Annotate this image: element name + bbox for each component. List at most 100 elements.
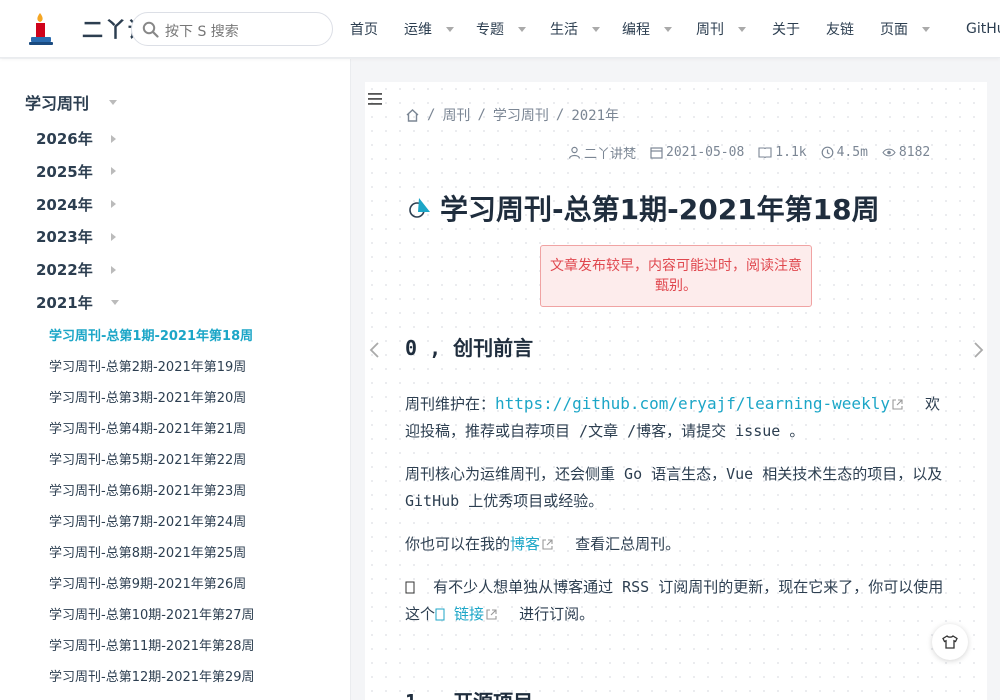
chevron-down-icon: [109, 99, 118, 105]
sidebar-heading[interactable]: 学习周刊: [25, 90, 118, 114]
rss-icon: [435, 608, 445, 621]
eye-icon: [882, 148, 896, 157]
chevron-down-icon: [664, 26, 672, 32]
paragraph-rss: 有不少人想单独从博客通过 RSS 订阅周刊的更新，现在它来了，你可以使用这个 链…: [405, 574, 950, 628]
nav-item-label: 生活: [550, 22, 578, 38]
blog-link[interactable]: 博客: [510, 535, 540, 553]
nav-item-1[interactable]: 运维: [404, 19, 454, 39]
sidebar-issue-item[interactable]: 学习周刊-总第1期-2021年第18周: [49, 325, 253, 344]
search-placeholder: 按下 S 搜索: [165, 24, 239, 40]
top-navbar: 二丫讲梵 按下 S 搜索 首页 运维 专题 生活 编程 周刊 关于 友链 页面 GitHub: [0, 0, 1000, 58]
breadcrumb: / 周刊 / 学习周刊 / 2021年: [405, 105, 619, 125]
sidebar-year-label: 2023年: [36, 228, 93, 247]
nav-item-label: GitHub: [966, 21, 1000, 37]
sidebar-issue-item[interactable]: 学习周刊-总第9期-2021年第26周: [49, 573, 246, 592]
nav-item-label: 首页: [350, 22, 378, 38]
breadcrumb-item-year[interactable]: 2021年: [571, 105, 619, 125]
nav-item-8[interactable]: 页面: [880, 19, 930, 39]
search-input[interactable]: 按下 S 搜索: [131, 12, 333, 46]
chevron-right-icon: [110, 232, 116, 241]
sidebar-issue-item[interactable]: 学习周刊-总第3期-2021年第20周: [49, 387, 246, 406]
nav-item-4[interactable]: 编程: [622, 19, 672, 39]
outdated-warning: 文章发布较早，内容可能过时，阅读注意甄别。: [540, 245, 812, 307]
sidebar-issue-item[interactable]: 学习周刊-总第10期-2021年第27周: [49, 604, 255, 623]
section-heading-projects: 1 , 开源项目: [405, 686, 533, 700]
nav-item-label: 关于: [772, 22, 800, 38]
sidebar-year-label: 2026年: [36, 130, 93, 148]
breadcrumb-item-weekly[interactable]: 周刊: [442, 105, 470, 125]
paragraph-text: 周刊维护在：: [405, 395, 496, 413]
sidebar-issue-item[interactable]: 学习周刊-总第12期-2021年第29周: [49, 666, 255, 685]
paragraph-text: 你也可以在我的: [405, 535, 511, 553]
nav-item-3[interactable]: 生活: [550, 19, 600, 39]
sidebar-year-label: 2024年: [36, 195, 93, 214]
paragraph-text: 查看汇总周刊。: [575, 535, 681, 553]
external-link-icon: [892, 399, 903, 410]
nav-item-0[interactable]: 首页: [350, 19, 378, 39]
chevron-down-icon: [738, 26, 746, 32]
nav-item-2[interactable]: 专题: [476, 19, 526, 39]
menu-icon[interactable]: [368, 92, 382, 106]
repo-link[interactable]: https://github.com/eryajf/learning-weekl…: [495, 394, 890, 413]
sidebar-issue-item[interactable]: 学习周刊-总第8期-2021年第25周: [49, 542, 246, 561]
nav-item-5[interactable]: 周刊: [696, 19, 746, 39]
search-icon: [142, 21, 159, 38]
previous-page-icon[interactable]: [368, 341, 380, 359]
chevron-right-icon: [110, 200, 116, 209]
nav-item-label: 编程: [622, 22, 650, 38]
sidebar-issue-item[interactable]: 学习周刊-总第6期-2021年第23周: [49, 480, 246, 499]
theme-toggle-button[interactable]: [932, 624, 968, 660]
site-name[interactable]: 二丫讲梵: [82, 14, 138, 44]
sidebar-year-3[interactable]: 2023年: [36, 226, 116, 247]
word-count: 1.1k: [775, 145, 807, 160]
chevron-down-icon: [518, 26, 526, 32]
sidebar-year-label: 2021年: [36, 294, 93, 312]
sidebar-year-2[interactable]: 2024年: [36, 194, 116, 215]
calendar-icon: [650, 147, 663, 159]
nav-item-label: 专题: [476, 22, 504, 38]
nav-item-9[interactable]: GitHub: [966, 19, 1000, 39]
nav-item-label: 友链: [826, 22, 854, 38]
chevron-down-icon: [592, 26, 600, 32]
sidebar-year-0[interactable]: 2026年: [36, 128, 116, 149]
sidebar-issue-item[interactable]: 学习周刊-总第7期-2021年第24周: [49, 511, 246, 530]
shirt-icon: [942, 635, 958, 649]
paragraph-text: 进行订阅。: [519, 605, 595, 623]
chevron-right-icon: [110, 265, 116, 274]
sidebar-issue-item[interactable]: 学习周刊-总第4期-2021年第21周: [49, 418, 246, 437]
nav-item-label: 周刊: [696, 22, 724, 38]
article-meta: 二丫讲梵 2021-05-08 1.1k 4.5m 8182: [568, 143, 944, 162]
chevron-down-icon: [110, 300, 119, 305]
page-title-text: 学习周刊-总第1期-2021年第18周: [440, 193, 880, 226]
sidebar-issue-item[interactable]: 学习周刊-总第2期-2021年第19周: [49, 356, 246, 375]
clock-icon: [821, 146, 834, 159]
nav-item-label: 页面: [880, 22, 908, 38]
author[interactable]: 二丫讲梵: [584, 143, 636, 162]
sidebar-issue-item[interactable]: 学习周刊-总第5期-2021年第22周: [49, 449, 246, 468]
candle-logo-icon[interactable]: [27, 11, 55, 47]
next-page-icon[interactable]: [973, 341, 985, 359]
bell-icon: [409, 198, 430, 218]
chevron-right-icon: [110, 134, 116, 143]
rss-link[interactable]: 链接: [454, 605, 484, 623]
home-icon[interactable]: [405, 108, 420, 123]
user-icon: [568, 146, 581, 159]
paragraph-blog: 你也可以在我的博客 查看汇总周刊。: [405, 531, 950, 558]
sidebar-year-4[interactable]: 2022年: [36, 259, 116, 280]
chevron-right-icon: [110, 167, 116, 176]
publish-date: 2021-05-08: [666, 145, 745, 160]
sidebar-issue-item[interactable]: 学习周刊-总第11期-2021年第28周: [49, 635, 255, 654]
chevron-down-icon: [922, 26, 930, 32]
sidebar-heading-label: 学习周刊: [25, 94, 90, 113]
view-count: 8182: [898, 145, 931, 160]
sidebar-year-1[interactable]: 2025年: [36, 161, 116, 182]
external-link-icon: [542, 539, 553, 550]
nav-item-7[interactable]: 友链: [826, 19, 854, 39]
sidebar-year-5[interactable]: 2021年: [36, 292, 119, 313]
book-icon: [758, 147, 772, 159]
sidebar-year-label: 2022年: [36, 261, 93, 280]
breadcrumb-item-learning-weekly[interactable]: 学习周刊: [493, 105, 549, 125]
page-title: 学习周刊-总第1期-2021年第18周: [406, 188, 880, 228]
nav-item-6[interactable]: 关于: [772, 19, 800, 39]
rss-icon: [405, 581, 415, 594]
